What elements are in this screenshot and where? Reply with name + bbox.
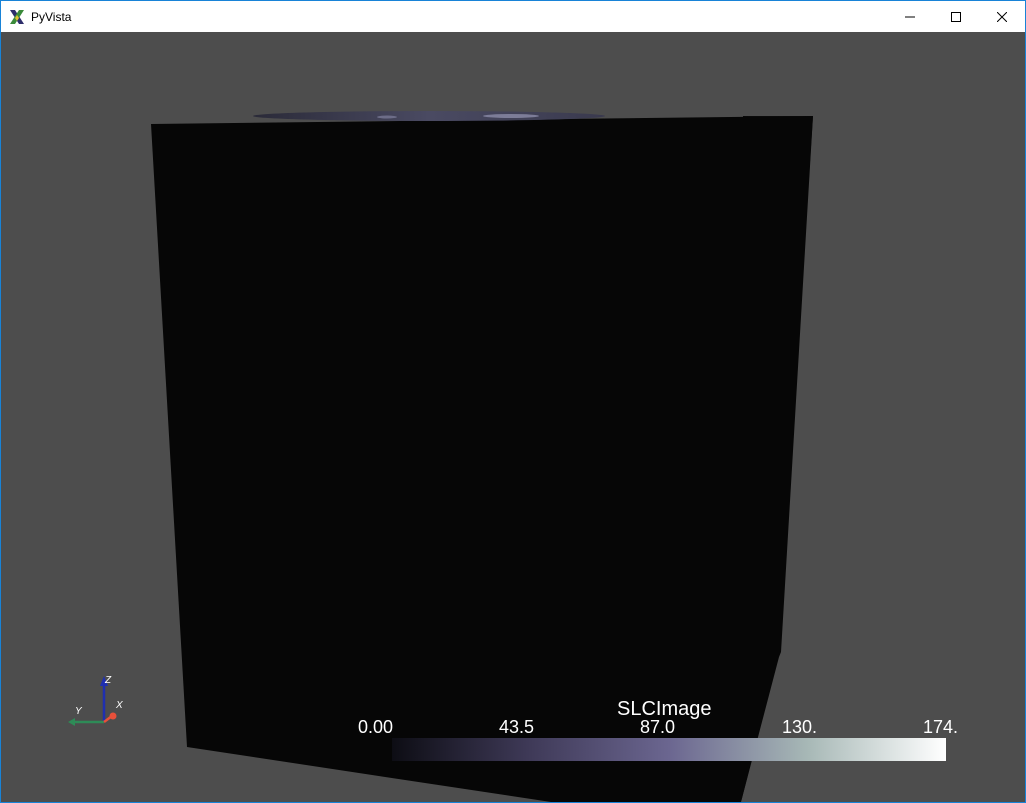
x-axis-arrow	[109, 712, 117, 720]
scalar-bar-tick: 87.0	[640, 717, 676, 737]
pyvista-window: PyVista Z Y X SLCImage 0.00 43.5 87.0 13…	[0, 0, 1026, 803]
scalar-bar-tick: 43.5	[499, 717, 535, 737]
y-axis-arrow	[68, 718, 75, 726]
maximize-button[interactable]	[933, 1, 979, 32]
scalar-bar-gradient	[392, 738, 946, 761]
close-icon	[997, 11, 1007, 22]
title-bar[interactable]: PyVista	[1, 1, 1025, 32]
y-axis-label: Y	[75, 706, 82, 717]
z-axis-label: Z	[105, 675, 112, 686]
slice-highlight	[377, 115, 397, 119]
minimize-icon	[905, 16, 915, 17]
scalar-bar-tick: 174.	[923, 717, 959, 737]
volume-top-slice	[253, 111, 605, 121]
render-viewport[interactable]: Z Y X SLCImage 0.00 43.5 87.0 130. 174.	[1, 32, 1025, 802]
scene-canvas	[68, 111, 813, 802]
volume-front-face	[151, 116, 813, 802]
slice-highlight	[483, 114, 539, 118]
scalar-bar-tick: 0.00	[358, 717, 394, 737]
window-title: PyVista	[31, 9, 72, 24]
maximize-icon	[951, 11, 961, 22]
pyvista-logo-icon	[9, 9, 25, 25]
scalar-bar-tick: 130.	[782, 717, 818, 737]
x-axis-label: X	[116, 700, 123, 711]
minimize-button[interactable]	[887, 1, 933, 32]
close-button[interactable]	[979, 1, 1025, 32]
window-controls	[887, 1, 1025, 32]
